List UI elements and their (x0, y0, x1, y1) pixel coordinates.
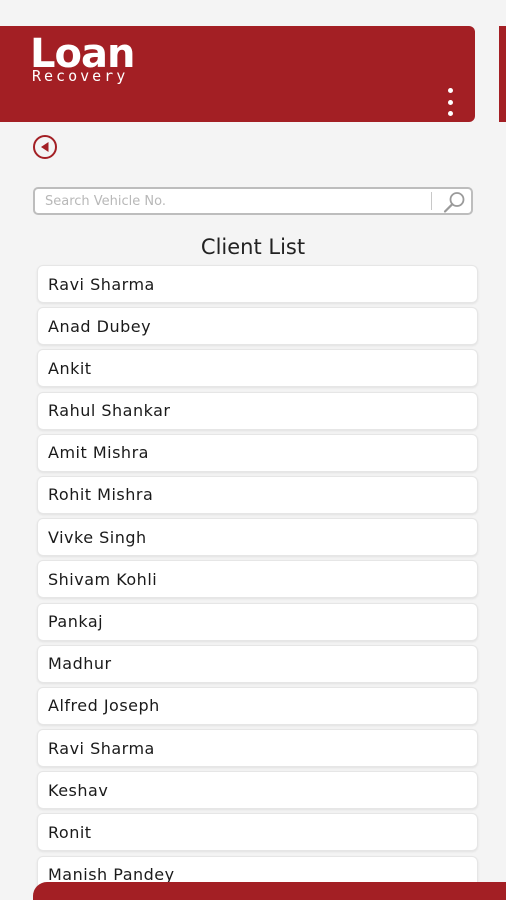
menu-dot (447, 111, 453, 116)
menu-dot (447, 88, 453, 93)
logo-sub-text: Recovery (32, 67, 129, 85)
client-list-item[interactable]: Keshav (37, 771, 478, 810)
client-list-item[interactable]: Ankit (37, 349, 478, 388)
client-list-title: Client List (200, 235, 306, 259)
header-edge (499, 26, 506, 122)
client-list: Ravi Sharma Anad Dubey Ankit Rahul Shank… (37, 265, 478, 898)
search-input[interactable] (45, 189, 425, 213)
app-logo: Loan Recovery (30, 34, 135, 85)
back-button[interactable] (32, 134, 58, 160)
search-divider (431, 192, 432, 210)
client-list-item[interactable]: Alfred Joseph (37, 686, 478, 725)
client-list-item[interactable]: Rahul Shankar (37, 391, 478, 430)
client-list-item[interactable]: Ravi Sharma (37, 729, 478, 768)
client-list-item[interactable]: Shivam Kohli (37, 560, 478, 599)
client-list-item[interactable]: Amit Mishra (37, 433, 478, 472)
app-screen: Loan Recovery Client List Ravi Sharma An… (0, 0, 506, 900)
search-button[interactable] (441, 190, 469, 214)
client-list-item[interactable]: Ravi Sharma (37, 265, 478, 303)
client-list-item[interactable]: Ronit (37, 813, 478, 852)
more-vertical-icon[interactable] (440, 88, 460, 116)
client-list-item[interactable]: Rohit Mishra (37, 475, 478, 514)
menu-dot (447, 99, 453, 105)
client-list-item[interactable]: Vivke Singh (37, 518, 478, 557)
search-icon (443, 192, 465, 213)
client-list-item[interactable]: Pankaj (37, 602, 478, 641)
bottom-bar (33, 882, 506, 900)
client-list-item[interactable]: Madhur (37, 644, 478, 683)
search-bar (33, 187, 473, 215)
client-list-item[interactable]: Anad Dubey (37, 307, 478, 346)
back-arrow-icon (33, 135, 57, 159)
